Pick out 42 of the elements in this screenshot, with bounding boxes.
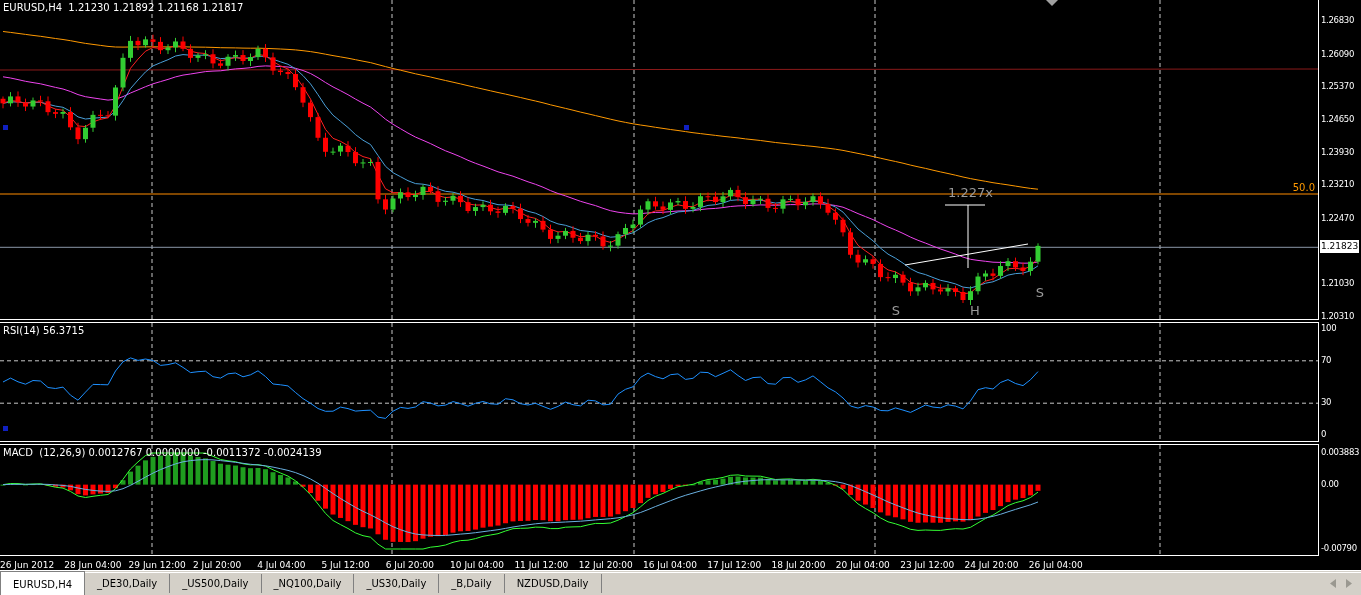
price-label: 1.20310 [1321, 310, 1355, 322]
indicator-title: MACD (12,26,9) 0.0012767 0.0000000 -0.0011372 -0.0024139 [3, 447, 322, 458]
time-label: 18 Jul 20:00 [771, 559, 827, 572]
pattern-mark: S [1035, 285, 1045, 300]
price-label: 1.21030 [1321, 277, 1355, 290]
time-label: 16 Jul 04:00 [642, 559, 698, 572]
time-label: 26 Jun 2012 [0, 559, 56, 572]
rsi-label: 0 [1321, 428, 1327, 440]
level-label: 50.0 [1292, 182, 1315, 193]
time-label: 4 Jul 04:00 [257, 559, 307, 572]
time-label: 6 Jul 20:00 [385, 559, 436, 572]
time-label: 24 Jul 20:00 [964, 559, 1020, 572]
price-label: 1.23930 [1321, 145, 1355, 158]
macd-label: 0.003883 [1321, 446, 1360, 458]
price-label: 1.26830 [1321, 14, 1355, 26]
time-label: 5 Jul 12:00 [321, 559, 371, 572]
rsi-label: 100 [1321, 322, 1337, 334]
macd-label: -0.00790 [1321, 542, 1357, 554]
chart-title: EURUSD,H4 1.21230 1.21892 1.21168 1.21817 [3, 2, 244, 13]
current-price-label: 1.21823 [1320, 240, 1360, 254]
price-label: 1.23210 [1321, 178, 1355, 191]
rsi-label: 70 [1321, 353, 1332, 366]
price-label: 1.25370 [1321, 80, 1355, 93]
pattern-mark: H [970, 303, 980, 318]
time-label: 2 Jul 20:00 [192, 559, 243, 572]
time-label: 29 Jun 12:00 [128, 559, 187, 572]
macd-label: 0.00 [1321, 477, 1339, 490]
time-label: 28 Jun 04:00 [64, 559, 123, 572]
price-label: 1.24650 [1321, 112, 1355, 125]
price-label: 1.22470 [1321, 211, 1355, 224]
time-label: 12 Jul 20:00 [578, 559, 634, 572]
price-label: 1.26090 [1321, 47, 1355, 60]
pattern-mark: S [891, 303, 901, 318]
time-label: 26 Jul 04:00 [1028, 559, 1084, 572]
rsi-label: 30 [1321, 396, 1332, 409]
time-label: 11 Jul 12:00 [514, 559, 570, 572]
time-label: 10 Jul 04:00 [450, 559, 506, 572]
chart-tab[interactable]: EURUSD,H4 [0, 571, 85, 595]
time-label: 17 Jul 12:00 [707, 559, 763, 572]
time-label: 20 Jul 04:00 [835, 559, 891, 572]
indicator-title: RSI(14) 56.3715 [3, 325, 85, 336]
time-label: 23 Jul 12:00 [900, 559, 956, 572]
